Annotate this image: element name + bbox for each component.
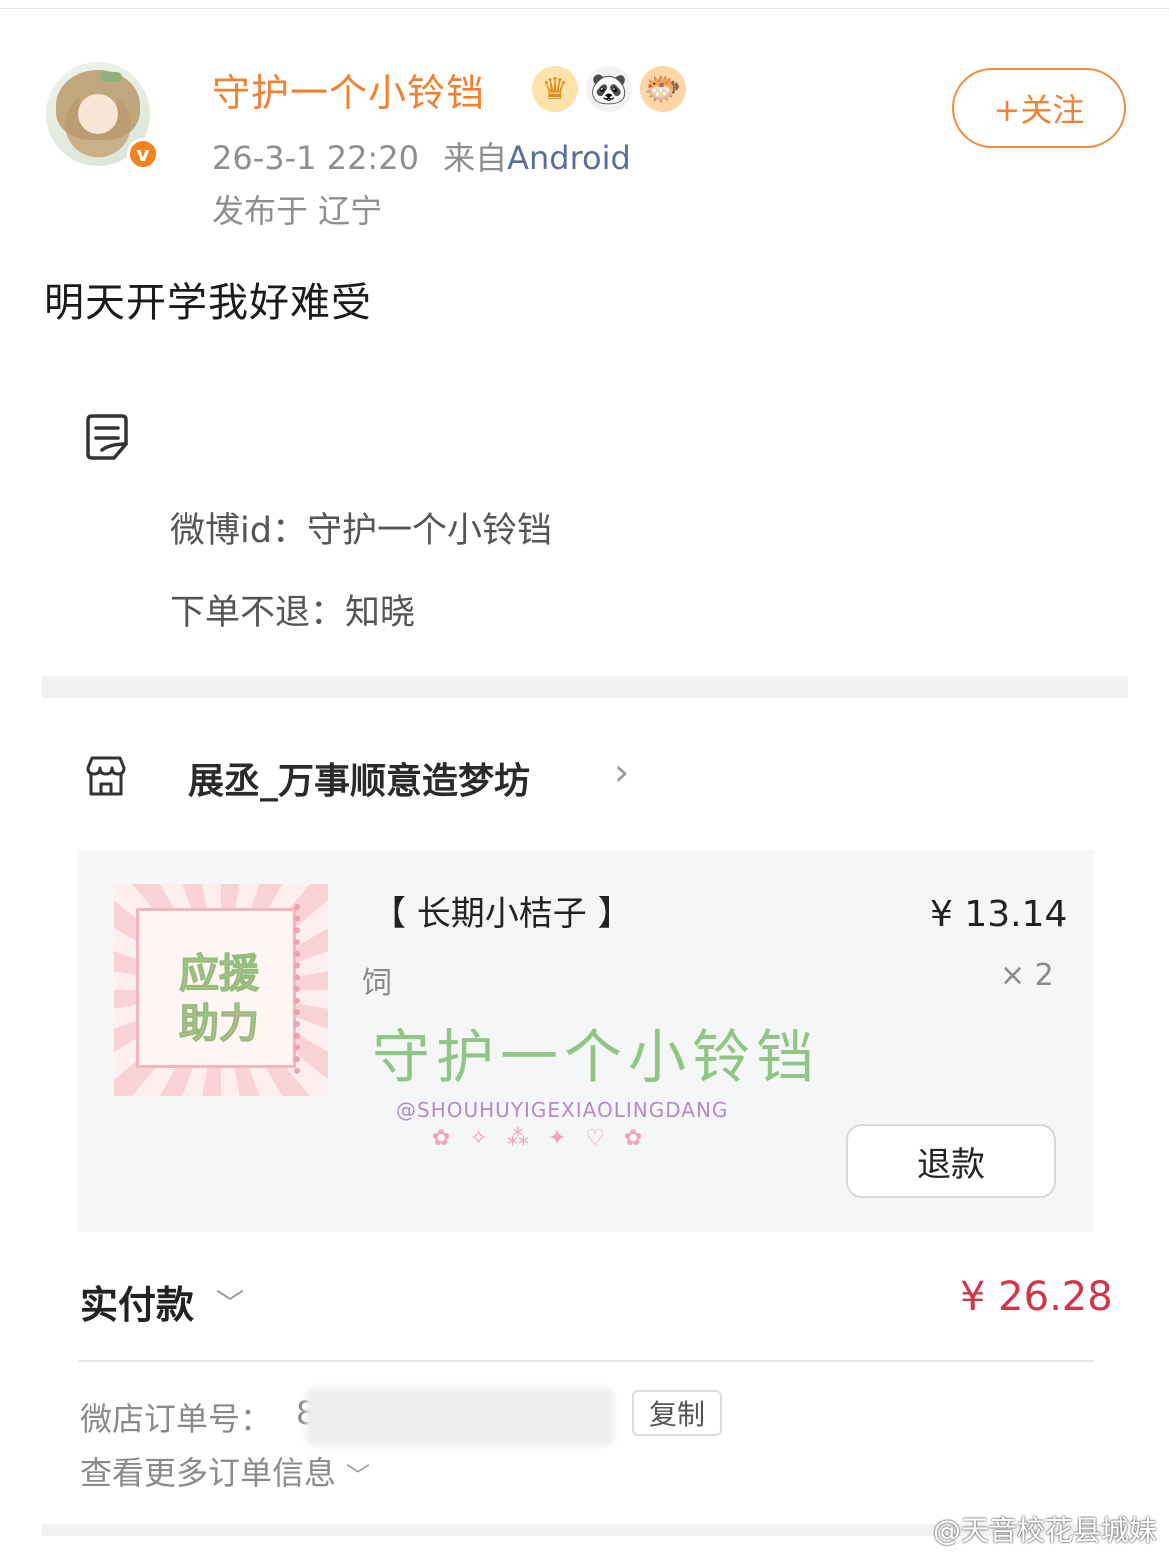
panda-badge-icon[interactable]: 🐼 — [586, 66, 632, 112]
more-order-info-label: 查看更多订单信息 — [80, 1454, 337, 1492]
remark-weibo-id: 微博id：守护一个小铃铛 — [170, 511, 552, 551]
thumbnail-art-bottom: 助力 — [179, 1001, 260, 1048]
post-location: 发布于 辽宁 — [212, 192, 383, 230]
paid-label[interactable]: 实付款 — [80, 1274, 194, 1329]
more-order-info-link[interactable]: 查看更多订单信息 ﹀ — [80, 1448, 370, 1494]
refund-button[interactable]: 退款 — [846, 1124, 1056, 1198]
section-divider — [42, 676, 1128, 698]
chevron-down-icon[interactable]: ﹀ — [216, 1282, 244, 1322]
watermark-sub: @SHOUHUYIGEXIAOLINGDANG — [396, 1098, 729, 1122]
chevron-down-icon: ﹀ — [346, 1462, 371, 1490]
avatar-face — [78, 94, 118, 134]
shop-name[interactable]: 展丞_万事顺意造梦坊 — [188, 752, 530, 804]
source-prefix: 来自 — [443, 139, 508, 177]
redacted-order-number — [306, 1388, 614, 1446]
post-text: 明天开学我好难受 — [44, 280, 372, 326]
thumbnail-rings — [294, 904, 310, 1074]
verified-badge-icon: v — [127, 138, 159, 170]
remark-no-refund: 下单不退：知晓 — [170, 593, 416, 633]
site-watermark: @天音校花县城妹 — [932, 1514, 1157, 1547]
note-icon — [86, 414, 128, 460]
product-thumbnail[interactable]: 应援 助力 — [114, 884, 328, 1096]
post-time: 26-3-1 22:20 — [212, 139, 419, 177]
shop-icon — [86, 756, 126, 796]
post-meta: 26-3-1 22:20 来自Android — [212, 133, 631, 179]
follow-button[interactable]: +关注 — [952, 68, 1126, 148]
product-quantity: × 2 — [1000, 958, 1054, 993]
avatar-bow — [100, 72, 122, 82]
product-title[interactable]: 【 长期小桔子 】 — [372, 886, 632, 935]
username[interactable]: 守护一个小铃铛 — [212, 62, 485, 117]
watermark-main: 守护一个小铃铛 — [372, 1023, 821, 1091]
top-divider — [0, 8, 1169, 9]
crown-badge-icon[interactable]: ♛ — [532, 66, 578, 112]
chevron-right-icon[interactable]: › — [614, 750, 629, 794]
order-number-label: 微店订单号： — [80, 1400, 273, 1438]
thumbnail-frame: 应援 助力 — [136, 908, 296, 1068]
post-source[interactable]: Android — [507, 139, 631, 177]
fish-badge-icon[interactable]: 🐡 — [640, 66, 686, 112]
copy-button[interactable]: 复制 — [632, 1390, 722, 1436]
watermark-doodles: ✿ ✧ ⁂ ✦ ♡ ✿ — [432, 1126, 649, 1151]
user-badges: ♛ 🐼 🐡 — [532, 66, 686, 112]
handwritten-watermark: 守护一个小铃铛 @SHOUHUYIGEXIAOLINGDANG ✿ ✧ ⁂ ✦ … — [372, 990, 912, 1151]
paid-amount: ¥ 26.28 — [960, 1274, 1113, 1320]
payment-divider — [78, 1360, 1094, 1362]
product-price: ¥ 13.14 — [930, 894, 1068, 935]
